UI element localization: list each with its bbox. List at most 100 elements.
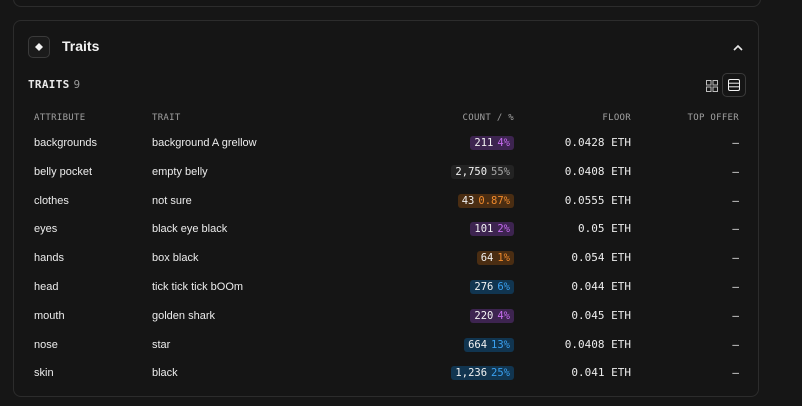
trait-top-offer: — <box>732 136 739 149</box>
trait-value: star <box>152 338 171 351</box>
trait-floor-price: 0.045 ETH <box>571 308 631 322</box>
collapse-button[interactable] <box>728 37 748 57</box>
grid-view-icon <box>706 80 718 92</box>
trait-count-cell: 276 6% <box>470 273 514 301</box>
traits-count-header: TRAITS 9 <box>28 78 80 91</box>
trait-count-cell: 664 13% <box>464 331 514 359</box>
trait-value: black eye black <box>152 223 228 236</box>
trait-attribute: skin <box>34 367 54 380</box>
trait-count-cell: 1,236 25% <box>451 359 514 387</box>
column-header-floor[interactable]: FLOOR <box>602 113 631 123</box>
trait-count: 1,236 <box>455 367 488 380</box>
trait-count: 211 <box>474 137 494 149</box>
column-header-attribute[interactable]: ATTRIBUTE <box>34 113 85 123</box>
traits-card: Traits TRAITS 9 ATTRIBUTE TRAIT COUNT / %… <box>13 20 759 397</box>
trait-count-cell: 220 4% <box>470 302 514 330</box>
table-view-button[interactable] <box>722 73 746 97</box>
trait-top-offer: — <box>732 337 739 351</box>
trait-count: 43 <box>461 194 475 207</box>
trait-top-offer: — <box>732 222 739 236</box>
trait-percent: 2% <box>497 223 510 236</box>
trait-percent: 4% <box>497 137 510 149</box>
traits-count: 9 <box>73 78 81 91</box>
trait-floor-price: 0.054 ETH <box>571 251 631 265</box>
trait-count: 101 <box>474 223 494 236</box>
trait-count-cell: 101 2% <box>470 215 514 243</box>
trait-attribute: head <box>34 281 59 293</box>
traits-card-header[interactable]: Traits <box>14 21 758 71</box>
count-badge: 664 13% <box>464 337 514 352</box>
trait-value: golden shark <box>152 309 215 322</box>
trait-top-offer: — <box>732 193 739 207</box>
count-badge: 220 4% <box>470 308 514 323</box>
count-badge: 2,750 55% <box>451 164 514 179</box>
previous-card <box>13 0 761 7</box>
count-badge: 64 1% <box>476 251 514 266</box>
traits-label: TRAITS <box>28 78 70 91</box>
table-row[interactable]: eyes black eye black 101 2% 0.05 ETH — <box>14 215 758 243</box>
trait-attribute: backgrounds <box>34 137 97 149</box>
grid-view-button[interactable] <box>700 74 724 98</box>
trait-top-offer: — <box>732 251 739 265</box>
trait-count-cell: 43 0.87% <box>457 187 514 215</box>
trait-percent: 4% <box>497 309 510 322</box>
section-title: Traits <box>62 38 100 54</box>
trait-percent: 6% <box>497 281 510 293</box>
trait-floor-price: 0.0555 ETH <box>564 193 631 207</box>
trait-count: 2,750 <box>455 165 488 178</box>
trait-floor-price: 0.044 ETH <box>571 280 631 293</box>
table-row[interactable]: skin black 1,236 25% 0.041 ETH — <box>14 359 758 387</box>
column-header-top-offer[interactable]: TOP OFFER <box>688 113 739 123</box>
trait-count-cell: 211 4% <box>470 129 514 157</box>
column-header-count[interactable]: COUNT / % <box>463 113 514 123</box>
trait-count-cell: 2,750 55% <box>451 158 514 186</box>
trait-count: 276 <box>474 281 494 293</box>
trait-value: background A grellow <box>152 137 257 149</box>
trait-percent: 1% <box>497 252 510 265</box>
trait-attribute: belly pocket <box>34 165 93 178</box>
trait-percent: 0.87% <box>478 194 510 207</box>
trait-attribute: hands <box>34 252 64 265</box>
trait-value: box black <box>152 252 199 265</box>
trait-value: not sure <box>152 194 192 207</box>
trait-value: tick tick tick bOOm <box>152 281 244 293</box>
trait-percent: 25% <box>491 367 510 380</box>
table-row[interactable]: belly pocket empty belly 2,750 55% 0.0408 ET… <box>14 158 758 186</box>
diamond-icon <box>28 36 50 58</box>
trait-attribute: clothes <box>34 194 69 207</box>
trait-top-offer: — <box>732 164 739 178</box>
trait-count: 220 <box>474 309 494 322</box>
trait-floor-price: 0.0428 ETH <box>564 136 631 149</box>
table-row[interactable]: nose star 664 13% 0.0408 ETH — <box>14 331 758 359</box>
trait-floor-price: 0.041 ETH <box>571 366 631 380</box>
trait-floor-price: 0.0408 ETH <box>564 337 631 351</box>
table-row[interactable]: head tick tick tick bOOm 276 6% 0.044 ETH — <box>14 273 758 301</box>
table-row[interactable]: clothes not sure 43 0.87% 0.0555 ETH — <box>14 187 758 215</box>
table-row[interactable]: backgrounds background A grellow 211 4% 0.04… <box>14 129 758 157</box>
trait-percent: 55% <box>491 165 510 178</box>
table-view-icon <box>728 79 740 91</box>
trait-count-cell: 64 1% <box>476 244 514 272</box>
count-badge: 276 6% <box>470 280 514 294</box>
table-row[interactable]: mouth golden shark 220 4% 0.045 ETH — <box>14 302 758 330</box>
trait-count: 64 <box>480 252 494 265</box>
trait-attribute: mouth <box>34 309 65 322</box>
trait-attribute: eyes <box>34 223 58 236</box>
trait-floor-price: 0.0408 ETH <box>564 164 631 178</box>
trait-top-offer: — <box>732 366 739 380</box>
trait-floor-price: 0.05 ETH <box>578 222 631 236</box>
count-badge: 43 0.87% <box>457 193 514 208</box>
trait-percent: 13% <box>491 338 510 351</box>
trait-value: black <box>152 367 178 380</box>
trait-top-offer: — <box>732 308 739 322</box>
trait-value: empty belly <box>152 165 208 178</box>
count-badge: 1,236 25% <box>451 366 514 381</box>
chevron-up-icon <box>733 44 743 51</box>
trait-attribute: nose <box>34 338 58 351</box>
count-badge: 101 2% <box>470 222 514 237</box>
count-badge: 211 4% <box>470 136 514 150</box>
trait-count: 664 <box>468 338 488 351</box>
column-header-trait[interactable]: TRAIT <box>152 113 181 123</box>
table-row[interactable]: hands box black 64 1% 0.054 ETH — <box>14 244 758 272</box>
trait-top-offer: — <box>732 280 739 293</box>
